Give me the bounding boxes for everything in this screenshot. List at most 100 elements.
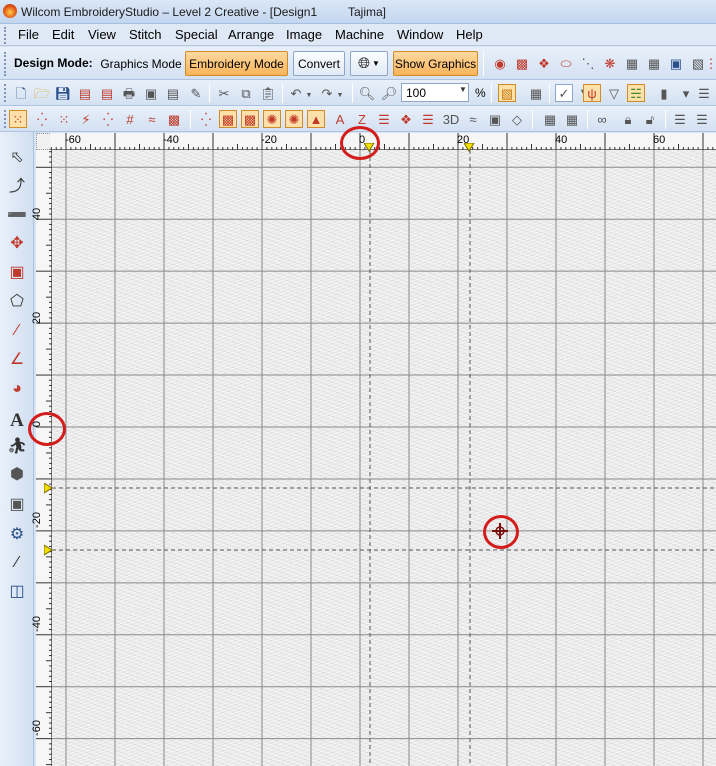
menu-special[interactable]: Special bbox=[175, 27, 218, 42]
zigzag-icon[interactable]: ⚡︎ bbox=[77, 110, 95, 128]
border-icon[interactable]: ▣ bbox=[5, 493, 29, 517]
save-all-icon[interactable]: ▤ bbox=[98, 84, 116, 102]
travel-icon[interactable]: ❖ bbox=[397, 110, 415, 128]
group-icon[interactable]: ▦ bbox=[541, 110, 559, 128]
tool-icon[interactable]: ☰ bbox=[695, 84, 713, 102]
vertical-guide-marker[interactable] bbox=[44, 483, 54, 495]
design-canvas[interactable] bbox=[52, 150, 716, 766]
satin-underlay-icon[interactable]: ▩ bbox=[219, 110, 237, 128]
satin-circle-icon[interactable]: ◕ bbox=[5, 377, 29, 401]
knife-icon[interactable]: ➖ bbox=[5, 204, 29, 228]
trapunto-icon[interactable]: ▲ bbox=[307, 110, 325, 128]
checkbox-icon[interactable]: ✓ bbox=[555, 84, 573, 102]
menu-window[interactable]: Window bbox=[397, 27, 443, 42]
chevron-down-icon[interactable]: ▼ bbox=[336, 86, 344, 104]
copy-icon[interactable]: ⧉ bbox=[237, 84, 255, 102]
transform-icon[interactable]: ▣ bbox=[5, 261, 29, 285]
pattern-run-icon[interactable]: ❋ bbox=[601, 54, 619, 72]
menu-help[interactable]: Help bbox=[456, 27, 483, 42]
table-icon[interactable]: ▦ bbox=[645, 54, 663, 72]
menu-view[interactable]: View bbox=[88, 27, 116, 42]
star-fill-icon[interactable]: ✺ bbox=[285, 110, 303, 128]
dropdown-icon[interactable]: ▾ bbox=[677, 84, 695, 102]
show-graphics-button[interactable]: Show Graphics bbox=[393, 51, 478, 76]
toolbar-grip[interactable] bbox=[4, 52, 8, 76]
menu-stitch[interactable]: Stitch bbox=[129, 27, 162, 42]
embroidery-mode-button[interactable]: Embroidery Mode bbox=[185, 51, 288, 76]
satin-stitch-icon[interactable]: ⁙ bbox=[9, 110, 27, 128]
stitch-effect-icon[interactable]: ☰ bbox=[375, 110, 393, 128]
monogram-icon[interactable]: ⬢ bbox=[5, 463, 29, 487]
contour-icon[interactable]: ≈ bbox=[143, 110, 161, 128]
menu-arrange[interactable]: Arrange bbox=[228, 27, 274, 42]
zoom-dropdown-icon[interactable]: ▼ bbox=[459, 85, 469, 100]
properties-icon[interactable]: ✎ bbox=[187, 84, 205, 102]
satin-fill-icon[interactable]: ❖ bbox=[535, 54, 553, 72]
grid-fill-icon[interactable]: ▦ bbox=[623, 54, 641, 72]
link-icon[interactable]: ∞ bbox=[593, 110, 611, 128]
fancy-fill-icon[interactable]: ⁙ bbox=[55, 110, 73, 128]
undo-icon[interactable]: ↶ bbox=[287, 84, 305, 102]
open-folder-icon[interactable]: 🗁︎ bbox=[33, 84, 51, 102]
export-icon[interactable]: ▤ bbox=[76, 84, 94, 102]
envelope-icon[interactable]: ▣ bbox=[486, 110, 504, 128]
toolbar-grip[interactable] bbox=[4, 84, 8, 102]
fill-underlay-icon[interactable]: ▩ bbox=[241, 110, 259, 128]
lock-icon[interactable]: 🔒︎ bbox=[619, 110, 637, 128]
input-points-icon[interactable]: ⋱ bbox=[579, 54, 597, 72]
graphics-mode-button[interactable]: Graphics Mode bbox=[98, 51, 184, 76]
applique-icon[interactable]: ⚙︎ bbox=[5, 523, 29, 547]
vertical-guide-marker[interactable] bbox=[44, 545, 54, 557]
shape-icon[interactable]: ◇ bbox=[508, 110, 526, 128]
paste-icon[interactable]: 📋︎ bbox=[259, 84, 277, 102]
run-line-icon[interactable]: ∕ bbox=[5, 319, 29, 343]
wave-icon[interactable]: ≈ bbox=[464, 110, 482, 128]
menu-grip[interactable] bbox=[4, 27, 8, 44]
zoom-box-icon[interactable]: 🔍︎ bbox=[358, 84, 376, 102]
hierarchy-icon[interactable]: ☵ bbox=[627, 84, 645, 102]
radial-fill-icon[interactable]: ✺ bbox=[263, 110, 281, 128]
horizontal-ruler[interactable]: -60 -40 -20 0 20 40 60 bbox=[50, 133, 716, 150]
distribute-icon[interactable]: ☰ bbox=[693, 110, 711, 128]
show-grid-icon[interactable]: ▧ bbox=[498, 84, 516, 102]
new-file-icon[interactable]: 🗋︎ bbox=[12, 84, 30, 102]
motif-fill-icon[interactable]: ⁛ bbox=[99, 110, 117, 128]
layout-icon[interactable]: ◫ bbox=[5, 580, 29, 604]
3d-warp-icon[interactable]: 3D bbox=[442, 110, 460, 128]
menu-machine[interactable]: Machine bbox=[335, 27, 384, 42]
outline-icon[interactable]: ⬠ bbox=[5, 290, 29, 314]
tatami-stitch-icon[interactable]: ⁛ bbox=[33, 110, 51, 128]
unlock-icon[interactable]: 🔓︎ bbox=[641, 110, 659, 128]
toolbar-grip[interactable] bbox=[4, 110, 8, 128]
cross-stitch-icon[interactable]: # bbox=[121, 110, 139, 128]
cactus-icon[interactable]: ψ bbox=[583, 84, 601, 102]
tatami-icon[interactable]: ▩ bbox=[513, 54, 531, 72]
fill-stitch-icon[interactable]: ◉ bbox=[491, 54, 509, 72]
more-icon[interactable]: ⋮ bbox=[705, 54, 716, 72]
print-preview-icon[interactable]: ▣ bbox=[142, 84, 160, 102]
filter-icon[interactable]: ▽ bbox=[605, 84, 623, 102]
zoom-icon[interactable]: 🔎︎ bbox=[380, 84, 398, 102]
column-icon[interactable]: ∠ bbox=[5, 348, 29, 372]
convert-button[interactable]: Convert bbox=[293, 51, 345, 76]
horizontal-guide-marker[interactable] bbox=[464, 143, 476, 153]
menu-file[interactable]: File bbox=[18, 27, 39, 42]
show-fabric-icon[interactable]: ▮ bbox=[655, 84, 673, 102]
auto-digitize-icon[interactable]: ✥ bbox=[5, 232, 29, 256]
reshape-icon[interactable]: ⤴ bbox=[5, 175, 29, 199]
lettering-tool-icon[interactable]: A bbox=[331, 110, 349, 128]
program-split-icon[interactable]: ▩ bbox=[165, 110, 183, 128]
globe-dropdown-button[interactable]: 🌐︎ ▼ bbox=[350, 51, 388, 76]
menu-edit[interactable]: Edit bbox=[52, 27, 74, 42]
stitch-angle-icon[interactable]: ⁄ bbox=[5, 551, 29, 575]
menu-image[interactable]: Image bbox=[286, 27, 322, 42]
lettering-icon[interactable]: A bbox=[5, 408, 29, 432]
step-fill-icon[interactable]: ⁛ bbox=[197, 110, 215, 128]
save-icon[interactable]: 💾︎ bbox=[54, 84, 72, 102]
align-icon[interactable]: ☰ bbox=[671, 110, 689, 128]
ungroup-icon[interactable]: ▦ bbox=[563, 110, 581, 128]
lines-icon[interactable]: ☰ bbox=[419, 110, 437, 128]
snap-icon[interactable]: ▦ bbox=[527, 84, 545, 102]
redo-icon[interactable]: ↷ bbox=[318, 84, 336, 102]
send-to-machine-icon[interactable]: ▤ bbox=[164, 84, 182, 102]
